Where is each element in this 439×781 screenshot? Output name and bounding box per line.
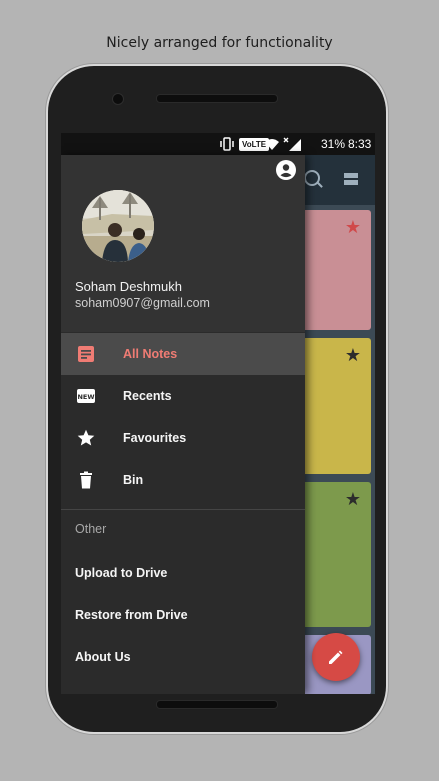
layout-toggle-icon[interactable] (344, 173, 358, 185)
section-header: Other (75, 522, 107, 536)
menu-item-label: Recents (123, 389, 172, 403)
menu-item-all-notes[interactable]: All Notes (61, 333, 305, 375)
menu-item-label: Bin (123, 473, 144, 487)
menu-item-label: Upload to Drive (75, 566, 168, 580)
navigation-drawer: Soham Deshmukh soham0907@gmail.com All N… (61, 155, 305, 694)
menu-item-bin[interactable]: Bin (61, 459, 305, 501)
wifi-icon (265, 139, 279, 150)
note-card[interactable]: ★ (299, 338, 371, 474)
star-icon[interactable]: ★ (345, 346, 361, 364)
menu-item-restore-from-drive[interactable]: Restore from Drive (61, 594, 305, 636)
new-icon: NEW (77, 389, 95, 403)
menu-item-label: Favourites (123, 431, 187, 445)
add-note-button[interactable] (312, 633, 360, 681)
drawer-header: Soham Deshmukh soham0907@gmail.com (61, 155, 305, 332)
signal-icon (283, 137, 301, 151)
avatar (82, 190, 154, 262)
star-icon[interactable]: ★ (345, 218, 361, 236)
menu-item-favourites[interactable]: Favourites (61, 417, 305, 459)
star-icon[interactable]: ★ (345, 490, 361, 508)
clock: 8:33 (348, 137, 372, 151)
menu-item-about-us[interactable]: About Us (61, 636, 305, 678)
svg-text:NEW: NEW (77, 393, 94, 401)
note-card[interactable]: ★ (299, 210, 371, 330)
user-email: soham0907@gmail.com (75, 296, 210, 310)
front-camera (112, 93, 124, 105)
top-speaker (156, 94, 278, 103)
bottom-speaker (156, 700, 278, 709)
menu-item-recents[interactable]: NEW Recents (61, 375, 305, 417)
menu-item-label: All Notes (123, 347, 178, 361)
pencil-icon (329, 650, 343, 664)
battery-level: 31% (321, 137, 346, 151)
screen: ★ ★ ★ VoLTE 31% 8:33 Soham Deshmukh soha… (61, 133, 375, 694)
trash-icon (80, 471, 92, 489)
menu-item-label: Restore from Drive (75, 608, 188, 622)
menu-item-label: About Us (75, 650, 131, 664)
menu-item-upload-to-drive[interactable]: Upload to Drive (61, 552, 305, 594)
user-name: Soham Deshmukh (75, 279, 182, 294)
search-icon[interactable] (304, 170, 320, 186)
vibrate-icon (220, 137, 234, 151)
note-card[interactable]: ★ (299, 482, 371, 627)
account-icon[interactable] (276, 160, 296, 180)
caption: Nicely arranged for functionality (106, 35, 333, 51)
note-icon (78, 346, 94, 362)
status-bar: VoLTE 31% 8:33 (61, 133, 375, 155)
star-icon (77, 429, 95, 446)
divider (61, 509, 305, 510)
